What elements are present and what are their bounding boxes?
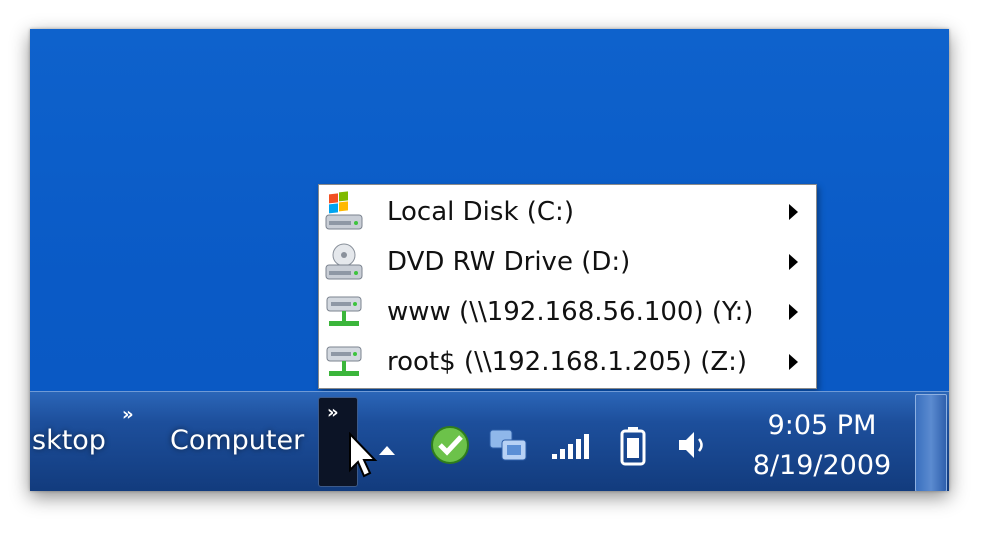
taskbar: sktop » Computer » 9:05 PM 8/19/2009 (30, 391, 949, 491)
submenu-arrow-icon (789, 204, 798, 220)
toolbar-computer-label[interactable]: Computer (170, 425, 304, 456)
chevron-icon: » (327, 402, 339, 423)
menu-item-network-drive-z[interactable]: root$ (\\192.168.1.205) (Z:) (319, 337, 816, 387)
menu-item-label: DVD RW Drive (D:) (387, 247, 631, 277)
toolbar-chevron-icon[interactable]: » (122, 404, 134, 425)
network-signal-icon[interactable] (550, 432, 592, 460)
network-drive-icon (326, 346, 362, 376)
show-hidden-icons-arrow[interactable] (378, 444, 396, 456)
toolbar-desktop-label[interactable]: sktop (32, 425, 106, 456)
local-disk-icon (325, 191, 363, 230)
menu-item-label: root$ (\\192.168.1.205) (Z:) (387, 347, 748, 377)
desktop: Local Disk (C:) DVD RW Drive (D:) www (\… (30, 29, 949, 491)
network-drive-icon (326, 296, 362, 326)
dvd-drive-icon (325, 243, 363, 280)
clock-date: 8/19/2009 (752, 450, 892, 481)
messenger-icon[interactable] (428, 424, 472, 466)
menu-item-label: www (\\192.168.56.100) (Y:) (387, 297, 754, 327)
sync-icon[interactable] (488, 426, 530, 464)
submenu-arrow-icon (789, 254, 798, 270)
menu-item-dvd-drive[interactable]: DVD RW Drive (D:) (319, 237, 816, 287)
submenu-arrow-icon (789, 304, 798, 320)
battery-icon[interactable] (620, 426, 646, 466)
system-clock[interactable]: 9:05 PM 8/19/2009 (752, 406, 892, 486)
clock-time: 9:05 PM (767, 410, 877, 441)
menu-item-local-disk[interactable]: Local Disk (C:) (319, 187, 816, 237)
menu-item-label: Local Disk (C:) (387, 197, 574, 227)
show-desktop-button[interactable] (915, 394, 947, 491)
submenu-arrow-icon (789, 354, 798, 370)
drive-menu: Local Disk (C:) DVD RW Drive (D:) www (\… (318, 184, 817, 389)
volume-icon[interactable] (676, 428, 710, 462)
menu-item-network-drive-y[interactable]: www (\\192.168.56.100) (Y:) (319, 287, 816, 337)
mouse-pointer-icon (349, 432, 378, 478)
